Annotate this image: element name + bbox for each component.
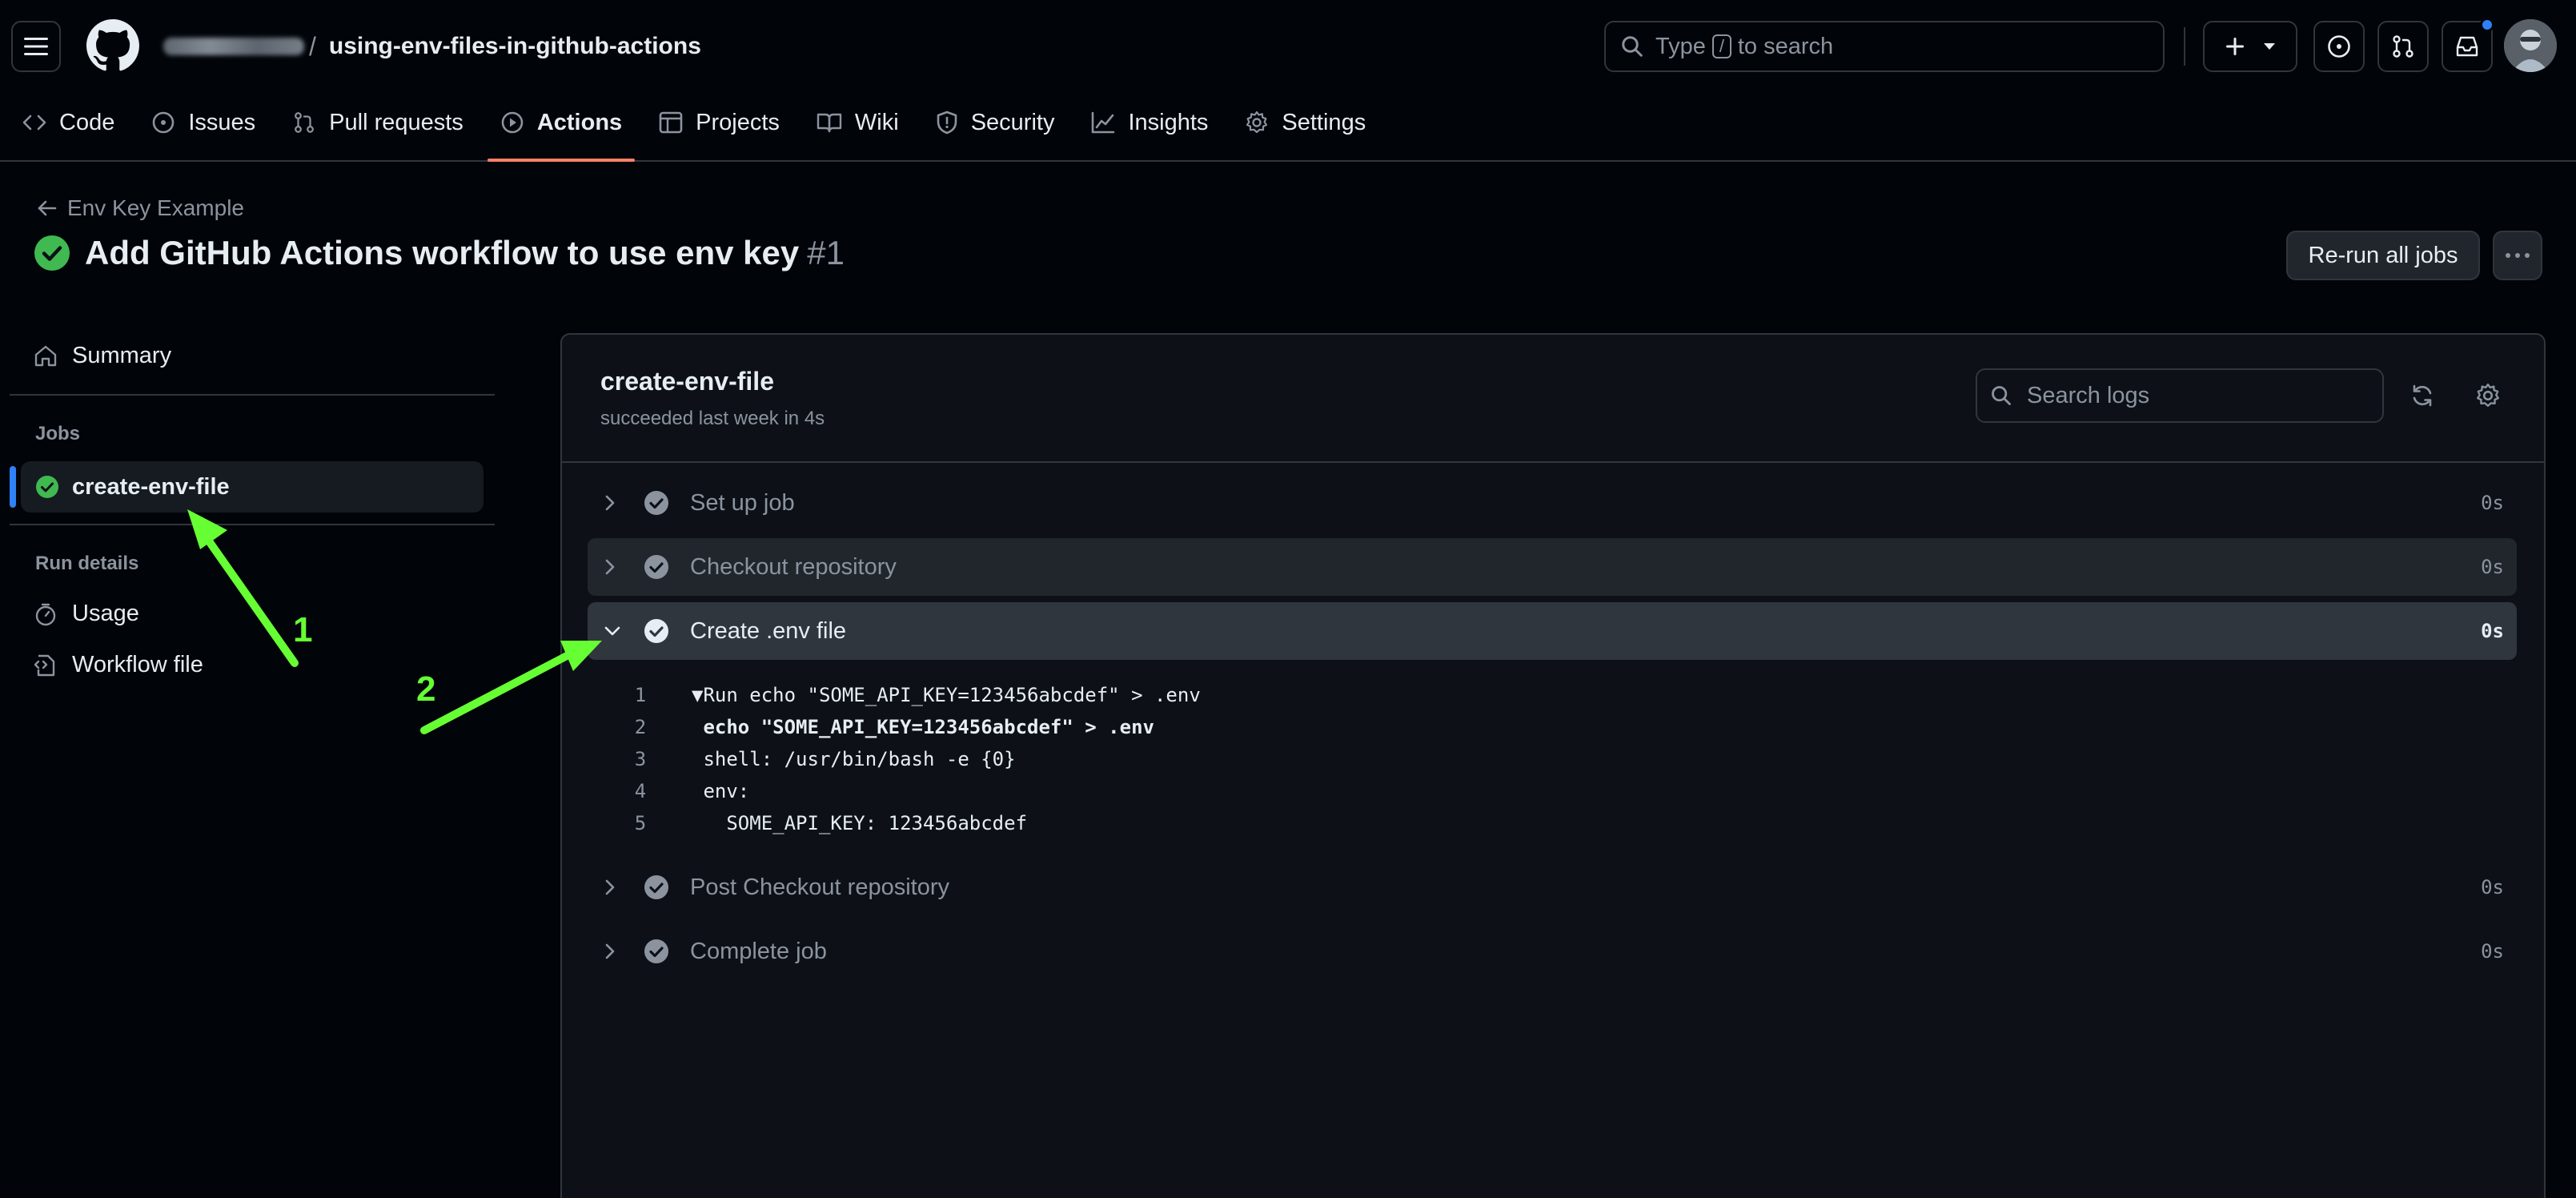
annotation-arrows xyxy=(187,509,602,734)
annotation-arrow-1 xyxy=(196,525,299,667)
annotation-label-2: 2 xyxy=(416,669,436,709)
annotation-label-1: 1 xyxy=(293,610,313,649)
annotation-arrow-2 xyxy=(420,651,572,734)
annotation-arrowhead-1 xyxy=(187,509,227,549)
